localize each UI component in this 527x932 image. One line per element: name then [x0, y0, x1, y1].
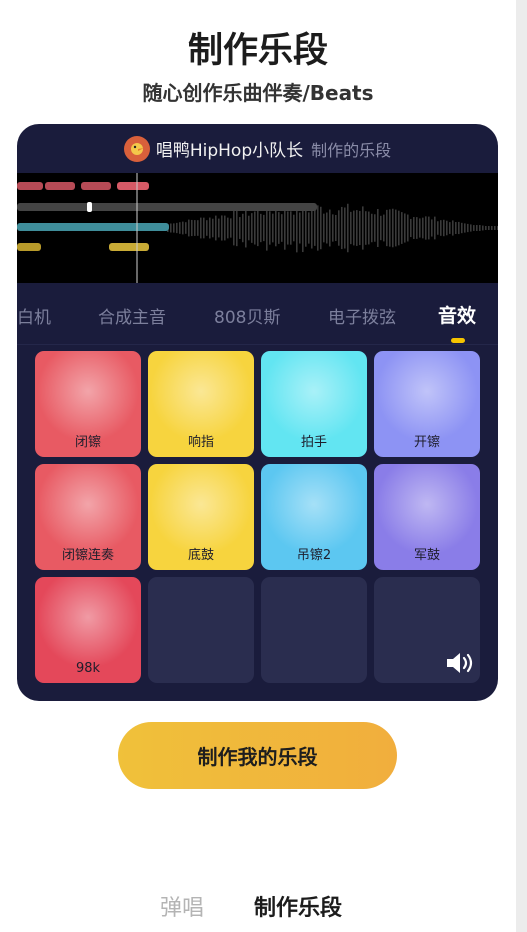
pad-closed-hihat-roll[interactable]: 闭镲连奏 — [35, 464, 141, 570]
tab-make-beat[interactable]: 制作乐段 — [254, 890, 342, 922]
tab-synth-lead[interactable]: 合成主音 — [98, 303, 166, 328]
cta-label: 制作我的乐段 — [197, 745, 318, 769]
card-header: 唱鸭HipHop小队长 制作的乐段 — [17, 124, 498, 173]
pad-label: 闭镲连奏 — [61, 548, 114, 563]
scrollbar-track[interactable] — [516, 0, 527, 932]
pad-empty[interactable] — [374, 577, 480, 683]
tab-sing[interactable]: 弹唱 — [160, 890, 204, 922]
pad-label: 底鼓 — [187, 548, 214, 563]
pad-empty[interactable] — [261, 577, 367, 683]
tab-baiji[interactable]: 白机 — [17, 303, 51, 328]
header-suffix: 制作的乐段 — [311, 140, 392, 160]
pad-clap[interactable]: 拍手 — [261, 351, 367, 457]
tab-sound-effects[interactable]: 音效 — [438, 301, 476, 328]
track-timeline[interactable] — [17, 173, 498, 283]
pad-snap[interactable]: 响指 — [148, 351, 254, 457]
user-name[interactable]: 唱鸭HipHop小队长 — [156, 136, 303, 161]
pad-open-hihat[interactable]: 开镲 — [374, 351, 480, 457]
pad-empty[interactable] — [148, 577, 254, 683]
pad-98k[interactable]: 98k — [35, 577, 141, 683]
waveform-tracks — [17, 173, 498, 283]
pad-snare[interactable]: 军鼓 — [374, 464, 480, 570]
page-subtitle: 随心创作乐曲伴奏/Beats — [142, 81, 374, 105]
speaker-icon — [447, 653, 473, 673]
pad-label: 响指 — [187, 435, 214, 450]
instrument-tabs: 白机 合成主音 808贝斯 电子拨弦 音效 — [17, 283, 498, 341]
tab-808-bass[interactable]: 808贝斯 — [214, 303, 280, 328]
pad-kick[interactable]: 底鼓 — [148, 464, 254, 570]
pad-label: 开镲 — [413, 435, 440, 450]
beat-maker-card: 唱鸭HipHop小队长 制作的乐段 白机 合成主音 808贝斯 电子拨弦 音效 … — [17, 124, 498, 701]
divider — [17, 344, 498, 345]
make-my-beat-button[interactable]: 制作我的乐段 — [118, 722, 397, 789]
pad-label: 拍手 — [300, 435, 327, 450]
pad-closed-hihat[interactable]: 闭镲 — [35, 351, 141, 457]
volume-button[interactable] — [440, 643, 480, 683]
avatar[interactable] — [123, 135, 150, 162]
pad-label: 98k — [75, 661, 101, 676]
pad-label: 闭镲 — [74, 435, 101, 450]
active-tab-indicator — [451, 338, 465, 343]
tab-electronic-pluck[interactable]: 电子拨弦 — [328, 303, 396, 328]
pad-label: 军鼓 — [413, 548, 440, 563]
pad-crash-2[interactable]: 吊镲2 — [261, 464, 367, 570]
duck-icon — [130, 142, 144, 155]
pad-label: 吊镲2 — [296, 548, 332, 563]
page-title: 制作乐段 — [187, 31, 328, 71]
